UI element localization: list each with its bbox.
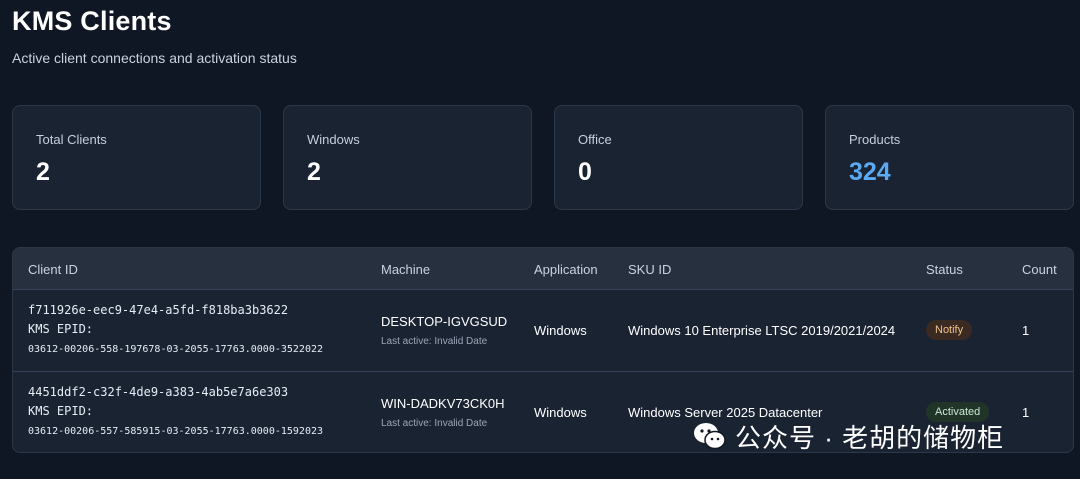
column-header-status[interactable]: Status [926, 262, 963, 277]
machine-name: WIN-DADKV73CK0H [381, 396, 505, 411]
watermark: 公众号 · 老胡的储物柜 [693, 418, 1004, 454]
table-row[interactable]: f711926e-eec9-47e4-a5fd-f818ba3b3622 KMS… [13, 290, 1073, 372]
stat-value: 324 [849, 158, 891, 186]
count: 1 [1022, 323, 1030, 338]
wechat-icon [694, 423, 726, 450]
stat-value: 2 [307, 158, 321, 186]
count: 1 [1022, 405, 1030, 420]
status-badge: Notify [926, 320, 973, 340]
table-header: Client ID Machine Application SKU ID Sta… [13, 248, 1073, 290]
column-header-application[interactable]: Application [534, 262, 598, 277]
client-id: f711926e-eec9-47e4-a5fd-f818ba3b3622 [28, 303, 289, 317]
epid-label: KMS EPID: [28, 322, 94, 336]
epid-value: 03612-00206-558-197678-03-2055-17763.000… [28, 344, 324, 355]
column-header-machine[interactable]: Machine [381, 262, 430, 277]
sku-id: Windows 10 Enterprise LTSC 2019/2021/202… [628, 323, 896, 338]
stats-row: Total Clients 2 Windows 2 Office 0 Produ… [12, 105, 1074, 210]
watermark-text: 公众号 · 老胡的储物柜 [735, 422, 1005, 453]
machine-name: DESKTOP-IGVGSUD [381, 314, 508, 329]
page-title: KMS Clients [12, 6, 172, 36]
stat-label: Office [578, 132, 612, 147]
stat-value: 2 [36, 158, 50, 186]
stat-card-products: Products 324 [825, 105, 1074, 210]
stat-label: Products [849, 132, 901, 147]
stat-card-office: Office 0 [554, 105, 803, 210]
column-header-client-id[interactable]: Client ID [28, 262, 78, 277]
column-header-count[interactable]: Count [1022, 262, 1057, 277]
stat-label: Total Clients [36, 132, 107, 147]
column-header-sku-id[interactable]: SKU ID [628, 262, 671, 277]
last-active: Last active: Invalid Date [381, 418, 488, 429]
stat-value: 0 [578, 158, 592, 186]
application: Windows [534, 323, 587, 338]
application: Windows [534, 405, 587, 420]
page: KMS Clients Active client connections an… [0, 0, 1080, 479]
epid-label: KMS EPID: [28, 404, 94, 418]
client-id: 4451ddf2-c32f-4de9-a383-4ab5e7a6e303 [28, 385, 289, 399]
epid-value: 03612-00206-557-585915-03-2055-17763.000… [28, 426, 324, 437]
last-active: Last active: Invalid Date [381, 336, 488, 347]
stat-card-total-clients: Total Clients 2 [12, 105, 261, 210]
stat-card-windows: Windows 2 [283, 105, 532, 210]
stat-label: Windows [307, 132, 360, 147]
page-subtitle: Active client connections and activation… [12, 50, 297, 66]
